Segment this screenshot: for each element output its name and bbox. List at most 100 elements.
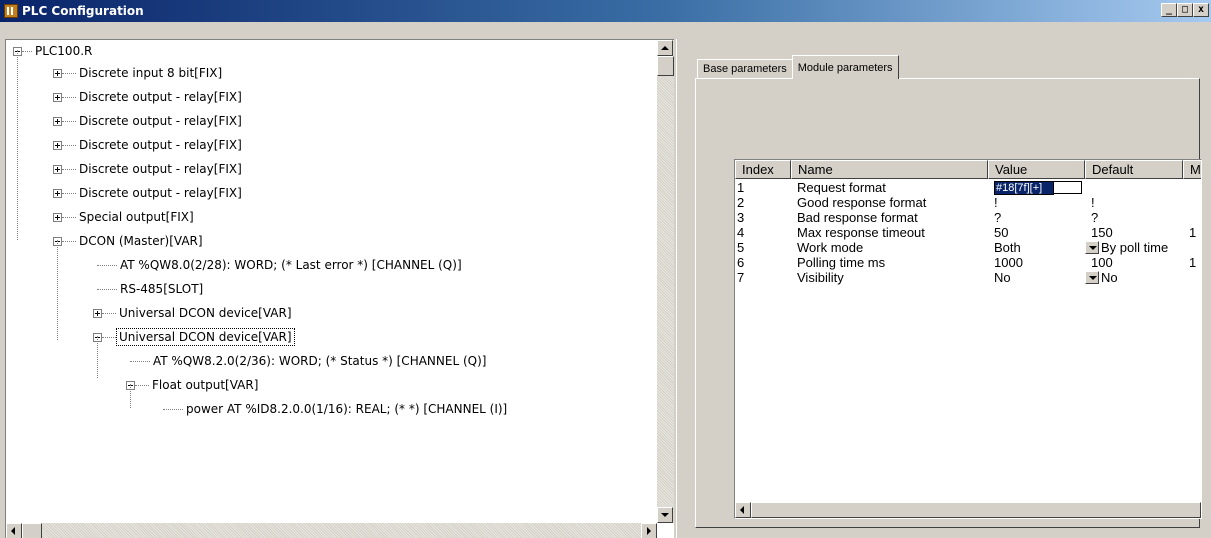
table-cell-name: Work mode: [791, 240, 988, 255]
table-row[interactable]: 3 Bad response format??: [735, 210, 1201, 225]
tree-connector: [62, 120, 76, 122]
table-cell-name: Request format: [791, 180, 988, 195]
column-header-default[interactable]: Default: [1085, 160, 1183, 179]
scroll-thumb[interactable]: [22, 523, 42, 538]
value-edit-field[interactable]: #18[7f][+]: [994, 180, 1054, 195]
tab-base-parameters[interactable]: Base parameters: [697, 59, 793, 79]
table-header: Index Name Value Default M: [735, 160, 1201, 179]
column-header-value[interactable]: Value: [988, 160, 1085, 179]
scroll-up-icon[interactable]: [657, 40, 673, 56]
tree-node[interactable]: Special output[FIX]: [53, 206, 196, 228]
cell-text: 2: [737, 195, 745, 210]
tab-module-parameters[interactable]: Module parameters: [791, 55, 899, 79]
expand-icon[interactable]: [53, 164, 62, 174]
table-row[interactable]: 6 Polling time ms 1000 100 1: [735, 255, 1201, 270]
table-cell-default: !: [1085, 195, 1183, 210]
expand-icon[interactable]: [53, 212, 62, 222]
column-header-name[interactable]: Name: [791, 160, 988, 179]
tree-node-label: Discrete output - relay[FIX]: [79, 186, 242, 200]
table-cell-name: Visibility: [791, 270, 988, 285]
scroll-right-icon[interactable]: [641, 523, 657, 538]
tree-node[interactable]: Discrete output - relay[FIX]: [53, 182, 244, 204]
title-bar[interactable]: PLC Configuration _ □ x: [0, 0, 1211, 22]
table-row[interactable]: 4 Max response timeout 50 150 1: [735, 225, 1201, 240]
tree-node[interactable]: Universal DCON device[VAR]: [93, 302, 294, 324]
parameters-table[interactable]: Index Name Value Default M 1 Request form…: [734, 159, 1202, 519]
cell-text: 1000: [994, 255, 1023, 270]
tree-vertical-scrollbar[interactable]: [657, 40, 674, 523]
table-cell-value: !: [988, 195, 1085, 210]
cell-text: Bad response format: [797, 210, 918, 225]
tree-connector: [97, 336, 98, 378]
table-row[interactable]: 2 Good response format!!: [735, 195, 1201, 210]
tree-node-label: Discrete output - relay[FIX]: [79, 114, 242, 128]
cell-text: 1: [737, 180, 745, 195]
tree-node[interactable]: AT %QW8.2.0(2/36): WORD; (* Status *) [C…: [130, 350, 488, 372]
tree-node-label: PLC100.R: [35, 44, 93, 58]
tree-node[interactable]: Float output[VAR]: [126, 374, 260, 396]
dropdown-arrow-icon[interactable]: [1085, 271, 1099, 284]
column-header-extra[interactable]: M: [1183, 160, 1201, 179]
expand-icon[interactable]: [53, 188, 62, 198]
dropdown-arrow-icon[interactable]: [1085, 241, 1099, 254]
tree-node[interactable]: Discrete input 8 bit[FIX]: [53, 62, 224, 84]
tree-node[interactable]: AT %QW8.0(2/28): WORD; (* Last error *) …: [97, 254, 464, 276]
tree-node-label: RS-485[SLOT]: [120, 282, 204, 296]
tree-horizontal-scrollbar[interactable]: [6, 523, 657, 538]
table-cell-index: 3: [735, 210, 791, 225]
table-row[interactable]: 7 Visibility No No: [735, 270, 1201, 285]
tree-connector: [62, 240, 76, 242]
expand-icon[interactable]: [53, 92, 62, 102]
expand-icon[interactable]: [53, 140, 62, 150]
cell-text: Request format: [797, 180, 886, 195]
tree-node-label: Discrete output - relay[FIX]: [79, 90, 242, 104]
tree-node[interactable]: Discrete output - relay[FIX]: [53, 110, 244, 132]
tree-root[interactable]: PLC100.R: [13, 40, 94, 62]
tab-strip: Base parameters Module parameters: [697, 55, 899, 79]
tree-node-label: Discrete input 8 bit[FIX]: [79, 66, 223, 80]
expand-icon[interactable]: [93, 308, 102, 318]
scroll-left-icon[interactable]: [6, 523, 22, 538]
cell-text: 3: [737, 210, 745, 225]
scroll-thumb[interactable]: [751, 502, 1201, 518]
tree-node[interactable]: Universal DCON device[VAR]: [93, 326, 295, 348]
tree-connector: [130, 384, 131, 408]
expand-icon[interactable]: [53, 68, 62, 78]
expand-icon[interactable]: [53, 116, 62, 126]
tree-node[interactable]: DCON (Master)[VAR]: [53, 230, 205, 252]
tree-view[interactable]: PLC100.R Discrete input 8 bit[FIX] Discre…: [6, 40, 657, 523]
tree-node[interactable]: Discrete output - relay[FIX]: [53, 86, 244, 108]
tree-panel[interactable]: PLC100.R Discrete input 8 bit[FIX] Discre…: [5, 39, 674, 538]
table-row[interactable]: 5 Work mode Both By poll time: [735, 240, 1201, 255]
column-header-index[interactable]: Index: [735, 160, 791, 179]
cell-text: 1: [1189, 255, 1197, 270]
tree-node[interactable]: Discrete output - relay[FIX]: [53, 134, 244, 156]
table-cell-name: Good response format: [791, 195, 988, 210]
tree-connector: [62, 96, 76, 98]
table-cell-index: 2: [735, 195, 791, 210]
scroll-down-icon[interactable]: [657, 507, 673, 523]
maximize-button[interactable]: □: [1177, 3, 1193, 17]
edit-field-remainder[interactable]: [1054, 181, 1082, 194]
tree-node-label: Universal DCON device[VAR]: [119, 306, 292, 320]
cell-text: Visibility: [797, 270, 844, 285]
tree-node[interactable]: Discrete output - relay[FIX]: [53, 158, 244, 180]
tree-node[interactable]: power AT %ID8.2.0.0(1/16): REAL; (* *) […: [163, 398, 509, 420]
tree-node-label: Special output[FIX]: [79, 210, 194, 224]
cell-text: 7: [737, 270, 745, 285]
tree-node[interactable]: RS-485[SLOT]: [97, 278, 205, 300]
table-row[interactable]: 1 Request format #18[7f][+]: [735, 180, 1201, 195]
tree-connector: [62, 72, 76, 74]
cell-text: !: [994, 195, 998, 210]
cell-text: 1: [1189, 225, 1197, 240]
scroll-left-icon[interactable]: [735, 502, 751, 518]
splitter[interactable]: [676, 39, 680, 538]
table-cell-name: Bad response format: [791, 210, 988, 225]
table-cell-index: 1: [735, 180, 791, 195]
cell-text: !: [1091, 195, 1095, 210]
close-button[interactable]: x: [1193, 3, 1209, 17]
table-horizontal-scrollbar[interactable]: [735, 502, 1201, 518]
scroll-thumb[interactable]: [657, 56, 674, 76]
minimize-button[interactable]: _: [1161, 3, 1177, 17]
table-cell-default: By poll time: [1085, 240, 1183, 255]
